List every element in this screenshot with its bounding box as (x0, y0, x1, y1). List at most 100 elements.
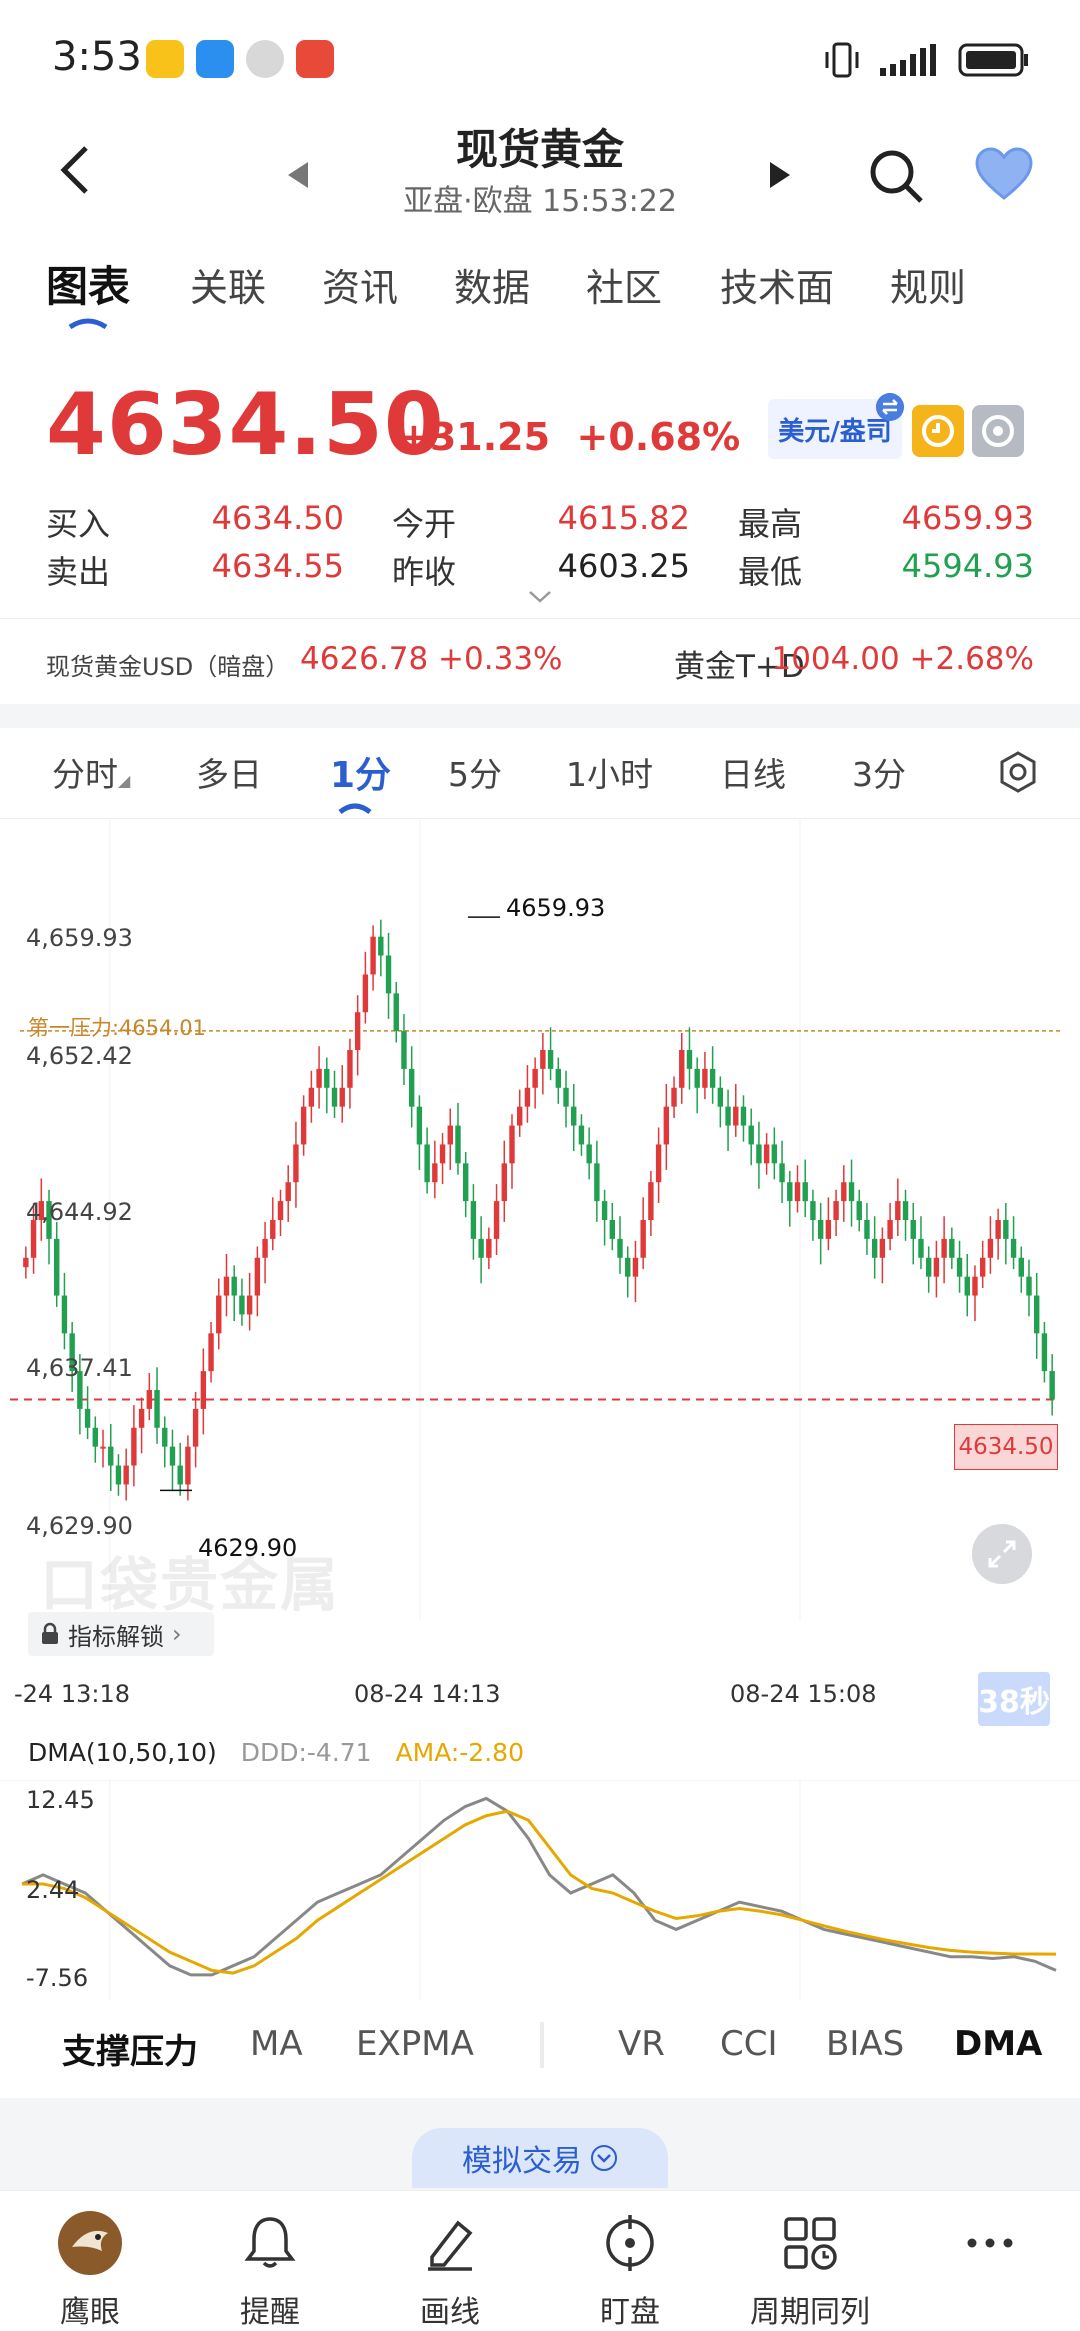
tab-data[interactable]: 数据 (454, 257, 530, 312)
active-tab-indicator (68, 318, 108, 329)
candle-body (308, 1087, 315, 1107)
candle-body (300, 1106, 307, 1145)
period-tab-multiday[interactable]: 多日 (196, 748, 262, 796)
indicator-tab-dma[interactable]: DMA (954, 2024, 1042, 2064)
nav-eagle-eye[interactable]: 鹰眼 (0, 2191, 180, 2331)
eagle-icon (58, 2211, 122, 2275)
candle-body (563, 1087, 569, 1107)
tab-rules[interactable]: 规则 (890, 257, 966, 312)
candle-body (354, 1012, 361, 1050)
chart-settings-icon[interactable] (996, 750, 1040, 794)
candle-body (995, 1220, 1001, 1239)
related-quotes[interactable]: 现货黄金USD（暗盘） 4626.78 +0.33% 黄金T+D 1004.00… (0, 625, 1080, 695)
candle-body (331, 1087, 338, 1107)
candle-body (640, 1220, 646, 1258)
tab-technical[interactable]: 技术面 (720, 257, 834, 312)
candle-body (185, 1446, 191, 1485)
swap-icon[interactable] (876, 393, 904, 421)
candle-body (316, 1068, 322, 1088)
candle-body (601, 1201, 608, 1220)
next-instrument-icon[interactable] (768, 160, 792, 190)
candle-body (378, 936, 384, 956)
candle-body (933, 1257, 940, 1277)
sim-trade-label: 模拟交易 (462, 2144, 582, 2179)
ask-value: 4634.55 (211, 547, 344, 585)
candle-body (686, 1050, 693, 1069)
period-tab-1hour[interactable]: 1小时 (566, 748, 653, 796)
expand-chevron-icon[interactable] (528, 590, 552, 604)
status-bar: 3:53 (0, 0, 1080, 120)
period-tab-3min[interactable]: 3分 (852, 748, 906, 796)
indicator-tab-support[interactable]: 支撑压力 (62, 2024, 198, 2073)
dma-indicator-chart[interactable] (0, 1780, 1080, 2000)
nav-reminder[interactable]: 提醒 (180, 2191, 360, 2331)
candle-body (925, 1257, 932, 1277)
candle-body (725, 1106, 731, 1126)
related-label-usd: 现货黄金USD（暗盘） (46, 653, 290, 681)
candle-body (825, 1220, 832, 1239)
candle-body (339, 1087, 345, 1107)
period-tab-timeshare[interactable]: 分时◢ (52, 748, 130, 796)
candle-body (555, 1068, 561, 1088)
candle-body (270, 1220, 276, 1239)
replay-icon[interactable] (912, 405, 964, 457)
settings-tool-icon[interactable] (972, 405, 1024, 457)
candle-body (277, 1201, 284, 1220)
contact-app-icon (246, 40, 284, 78)
candle-body (54, 1238, 60, 1296)
nav-draw-line[interactable]: 画线 (360, 2191, 540, 2331)
candle-body (524, 1087, 531, 1107)
tab-chart[interactable]: 图表 (46, 253, 130, 314)
price-summary: 4634.50 +31.25 +0.68% 美元/盎司 (0, 375, 1080, 485)
tab-news[interactable]: 资讯 (322, 257, 398, 312)
indicator-name: DMA(10,50,10) (28, 1738, 217, 1767)
tab-community[interactable]: 社区 (586, 257, 662, 312)
candle-body (879, 1238, 886, 1258)
indicator-tab-vr[interactable]: VR (618, 2024, 665, 2064)
candle-body (578, 1125, 585, 1145)
indicator-tab-bias[interactable]: BIAS (826, 2024, 904, 2064)
high-label: 最高 (738, 505, 803, 543)
candle-body (748, 1125, 754, 1145)
candle-body (1026, 1276, 1032, 1296)
x-tick-label: 08-24 15:08 (730, 1680, 877, 1708)
candle-body (902, 1201, 909, 1220)
period-tab-1min[interactable]: 1分 (330, 746, 391, 798)
indicator-tab-expma[interactable]: EXPMA (356, 2024, 474, 2064)
divider (0, 818, 1080, 819)
nav-label: 画线 (420, 2295, 480, 2330)
low-label: 最低 (738, 553, 803, 591)
candle-body (509, 1125, 515, 1164)
candle-body (84, 1408, 91, 1428)
candle-body (1003, 1220, 1009, 1239)
indicator-tab-ma[interactable]: MA (250, 2024, 303, 2064)
open-value: 4615.82 (557, 499, 690, 537)
candle-body (23, 1257, 29, 1268)
candle-countdown: 38秒 (978, 1672, 1050, 1726)
search-icon[interactable] (866, 146, 926, 206)
candle-body (794, 1182, 801, 1202)
indicator-unlock-button[interactable]: 指标解锁 › (28, 1612, 214, 1656)
candle-body (972, 1276, 978, 1296)
candle-body (200, 1371, 207, 1409)
bid-label: 买入 (46, 505, 111, 543)
nav-more[interactable] (900, 2191, 1080, 2331)
candle-body (177, 1465, 183, 1485)
nav-period-compare[interactable]: 周期同列 (720, 2191, 900, 2331)
period-tab-daily[interactable]: 日线 (720, 748, 786, 796)
candle-body (802, 1182, 808, 1202)
fullscreen-icon[interactable] (972, 1524, 1032, 1584)
candle-body (856, 1201, 862, 1220)
high-value: 4659.93 (901, 499, 1034, 537)
sim-trade-button[interactable]: 模拟交易 (412, 2128, 668, 2188)
nav-watch[interactable]: 盯盘 (540, 2191, 720, 2331)
indicator-tab-cci[interactable]: CCI (720, 2024, 778, 2064)
period-tab-5min[interactable]: 5分 (448, 748, 502, 796)
candle-body (262, 1238, 268, 1258)
candle-body (771, 1144, 778, 1164)
candle-body (887, 1220, 893, 1239)
heart-icon[interactable] (974, 146, 1034, 202)
candle-body (169, 1446, 176, 1466)
candle-body (841, 1182, 847, 1202)
tab-related[interactable]: 关联 (190, 257, 266, 312)
